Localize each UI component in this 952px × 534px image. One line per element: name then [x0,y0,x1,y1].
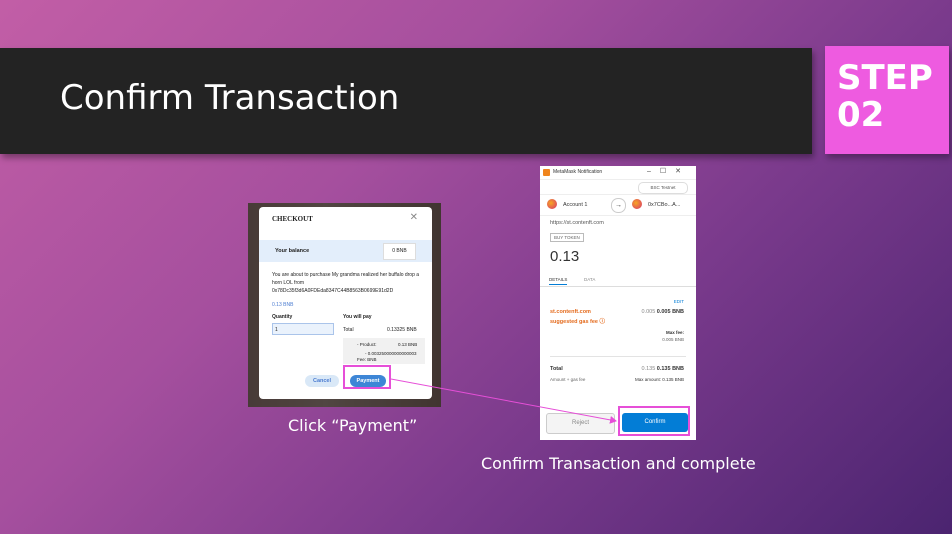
connector-arrow [390,378,617,424]
caption-right: Confirm Transaction and complete [481,454,756,473]
connector-line [390,378,617,424]
